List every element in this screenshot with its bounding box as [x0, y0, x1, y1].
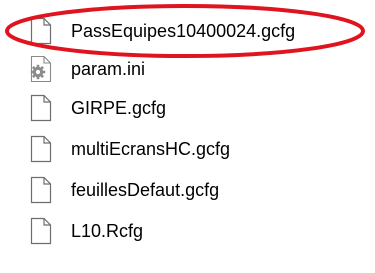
blank-file-icon [30, 17, 52, 45]
file-item-passequipes[interactable]: PassEquipes10400024.gcfg [0, 12, 375, 50]
blank-file-icon [30, 135, 52, 163]
file-name: GIRPE.gcfg [71, 98, 167, 118]
file-item-param[interactable]: param.ini [0, 50, 375, 88]
file-item-feuillesdefaut[interactable]: feuillesDefaut.gcfg [0, 171, 375, 209]
settings-file-icon [30, 55, 52, 83]
blank-file-icon [30, 176, 52, 204]
blank-file-icon [30, 94, 52, 122]
file-item-l10[interactable]: L10.Rcfg [0, 212, 375, 250]
file-name: multiEcransHC.gcfg [71, 139, 231, 159]
file-name: PassEquipes10400024.gcfg [71, 21, 296, 41]
file-name: feuillesDefaut.gcfg [71, 180, 220, 200]
file-item-girpe[interactable]: GIRPE.gcfg [0, 89, 375, 127]
file-name: L10.Rcfg [71, 221, 144, 241]
file-item-multiecranshc[interactable]: multiEcransHC.gcfg [0, 130, 375, 168]
blank-file-icon [30, 217, 52, 245]
file-name: param.ini [71, 59, 146, 79]
file-list: PassEquipes10400024.gcfg param.ini GIRPE… [0, 0, 375, 273]
